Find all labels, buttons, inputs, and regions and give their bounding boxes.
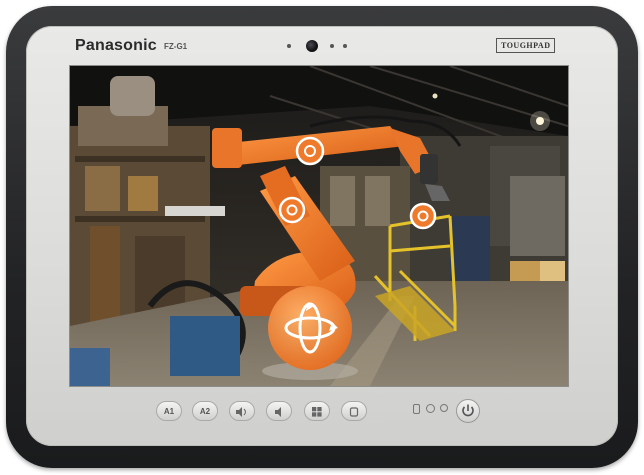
webcam-icon [306,40,318,52]
factory-scene [70,66,568,386]
light-sensor-icon [287,44,291,48]
rotation-lock-icon [349,407,359,417]
battery-led-icon [413,404,420,414]
power-icon [462,404,474,417]
wrist-hotspot[interactable] [409,202,437,230]
volume-up-button[interactable] [229,401,255,421]
windows-icon [312,407,322,417]
tablet-screen[interactable] [70,66,568,386]
rotate-360-icon[interactable] [268,286,352,370]
brand-logo: Panasonic [75,37,157,54]
sensor-dot-icon [330,44,334,48]
power-led-icon [440,404,448,412]
drive-led-icon [426,404,435,413]
rotation-lock-button[interactable] [341,401,367,421]
series-badge: TOUGHPAD [496,38,556,53]
elbow-hotspot[interactable] [278,196,306,224]
a1-button[interactable]: A1 [156,401,182,421]
power-button[interactable] [456,399,480,423]
a2-button[interactable]: A2 [192,401,218,421]
volume-down-button[interactable] [266,401,292,421]
sensor-dot-icon [343,44,347,48]
windows-button[interactable] [304,401,330,421]
volume-down-icon [275,407,281,417]
volume-up-icon [236,407,246,417]
model-label: FZ-G1 [164,42,188,51]
arm-hotspot[interactable] [295,136,325,166]
